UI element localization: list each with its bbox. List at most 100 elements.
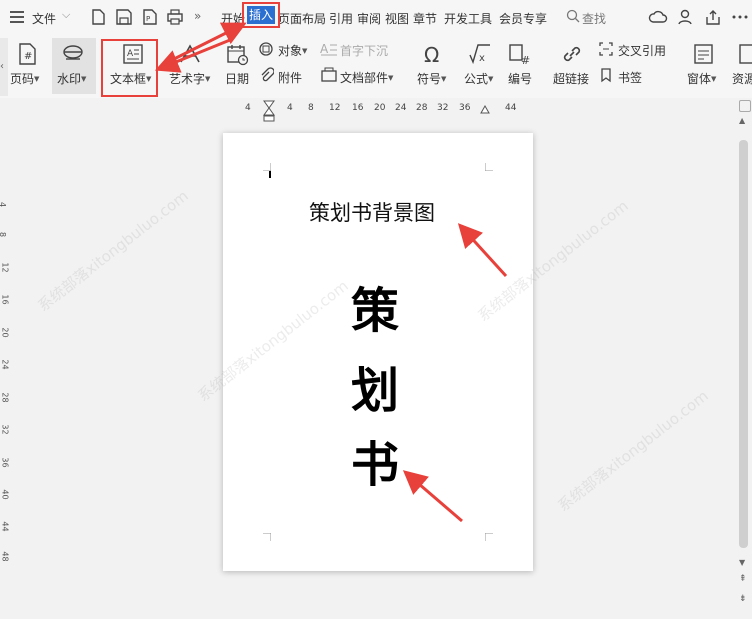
ruler-tick: 4 — [287, 103, 293, 113]
more-options-icon[interactable] — [730, 8, 750, 26]
hamburger-icon[interactable] — [10, 11, 24, 23]
ruler-tick: 24 — [0, 359, 10, 370]
chevron-down-icon[interactable]: ⌵ — [62, 8, 70, 22]
page-down-icon[interactable]: ⇟ — [739, 594, 747, 604]
bookmark-icon[interactable] — [598, 67, 614, 83]
watermark-icon[interactable] — [61, 42, 85, 66]
ruler-tick: 32 — [437, 103, 449, 113]
save-icon[interactable] — [114, 8, 134, 26]
margin-corner-mark — [263, 163, 271, 171]
search-label[interactable]: 查找 — [582, 10, 606, 27]
vertical-title-char[interactable]: 书 — [351, 425, 399, 495]
page-up-icon[interactable]: ⇞ — [739, 574, 747, 584]
ruler-tick: 20 — [374, 103, 386, 113]
margin-corner-mark — [485, 163, 493, 171]
drop-cap-button: 首字下沉 — [340, 44, 389, 58]
drop-cap-icon: A — [320, 42, 337, 56]
doc-parts-icon[interactable] — [320, 67, 338, 83]
attachment-icon[interactable] — [258, 67, 274, 83]
tab-references[interactable]: 引用 — [329, 10, 353, 27]
attachment-button[interactable]: 附件 — [278, 69, 302, 86]
tab-dev-tools[interactable]: 开发工具 — [444, 10, 492, 27]
window-form-button[interactable]: 窗体▼ — [687, 70, 716, 87]
scrollbar-thumb[interactable] — [739, 140, 748, 548]
scroll-up-icon[interactable]: ▲ — [739, 116, 745, 125]
svg-text:x: x — [479, 53, 485, 64]
resource-button[interactable]: 资源 — [732, 70, 752, 87]
scroll-down-icon[interactable]: ▼ — [739, 558, 745, 567]
ruler-tick: 48 — [0, 551, 10, 562]
numbering-icon[interactable]: # — [508, 42, 532, 66]
ruler-tick: 36 — [0, 457, 10, 468]
ruler-tick: 28 — [416, 103, 428, 113]
svg-text:Ω: Ω — [424, 43, 439, 66]
symbol-button[interactable]: 符号▼ — [417, 70, 446, 87]
ruler-tick: 12 — [329, 103, 341, 113]
menu-bar: 文件 ⌵ P » 开始 插入 页面布局 引用 审阅 视图 章节 开发工具 会员专… — [0, 0, 752, 36]
ruler-tick: 4 — [0, 202, 7, 207]
vertical-scrollbar[interactable]: ▲ ▼ ⇞ ⇟ — [736, 98, 752, 619]
ruler-tick: 44 — [505, 103, 517, 113]
margin-corner-mark — [263, 533, 271, 541]
formula-button[interactable]: 公式▼ — [464, 70, 493, 87]
date-button[interactable]: 日期 — [225, 70, 249, 87]
more-tabs-glyph[interactable]: » — [194, 9, 201, 23]
export-pdf-icon[interactable]: P — [140, 8, 160, 26]
indent-marker-icon[interactable] — [263, 100, 275, 122]
word-art-icon[interactable] — [178, 42, 202, 66]
numbering-button[interactable]: 编号 — [508, 70, 532, 87]
margin-corner-mark — [485, 533, 493, 541]
page-number-icon[interactable]: # — [16, 42, 38, 66]
highlight-insert-tab — [242, 2, 280, 28]
share-icon[interactable] — [703, 8, 723, 26]
document-page[interactable]: 策划书背景图 策 划 书 — [223, 133, 533, 571]
cloud-sync-icon[interactable] — [648, 8, 668, 26]
resource-icon[interactable] — [737, 42, 752, 66]
vertical-title-char[interactable]: 划 — [351, 351, 399, 421]
window-form-icon[interactable] — [692, 42, 716, 66]
date-icon[interactable] — [225, 42, 249, 66]
hyperlink-icon[interactable] — [560, 42, 584, 66]
svg-text:#: # — [521, 54, 530, 66]
print-icon[interactable] — [165, 8, 185, 26]
watermark-text: 系统部落xitongbuluo.com — [34, 186, 192, 316]
doc-parts-button[interactable]: 文档部件▼ — [340, 69, 393, 86]
new-document-icon[interactable] — [88, 8, 108, 26]
watermark-button[interactable]: 水印▼ — [57, 70, 86, 87]
word-art-button[interactable]: 艺术字▼ — [169, 70, 210, 87]
ruler-tick: 8 — [308, 103, 314, 113]
search-icon[interactable] — [566, 9, 580, 23]
object-icon[interactable] — [258, 41, 274, 57]
tab-page-layout[interactable]: 页面布局 — [278, 10, 326, 27]
file-menu[interactable]: 文件 — [32, 10, 56, 27]
tab-member[interactable]: 会员专享 — [499, 10, 547, 27]
ruler-tick: 16 — [352, 103, 364, 113]
hyperlink-button[interactable]: 超链接 — [553, 70, 589, 87]
page-number-button[interactable]: 页码▼ — [10, 70, 39, 87]
cross-ref-button[interactable]: 交叉引用 — [618, 42, 666, 59]
bookmark-button[interactable]: 书签 — [618, 69, 642, 86]
formula-icon[interactable]: x — [468, 42, 492, 66]
right-indent-marker-icon[interactable] — [480, 104, 490, 114]
ruler-vertical: 4 8 12 16 20 24 28 32 36 40 44 48 — [0, 120, 14, 619]
user-share-icon[interactable] — [676, 8, 696, 26]
ruler-tick: 40 — [0, 489, 10, 500]
object-button[interactable]: 对象▼ — [278, 42, 307, 59]
cross-ref-icon[interactable] — [598, 41, 614, 57]
document-title-text[interactable]: 策划书背景图 — [309, 197, 435, 227]
svg-text:#: # — [24, 51, 32, 62]
ruler-tick: 20 — [0, 327, 10, 338]
vertical-title-char[interactable]: 策 — [351, 271, 399, 341]
tab-view[interactable]: 视图 — [385, 10, 409, 27]
ribbon-scroll-left-icon[interactable]: ‹ — [0, 38, 8, 96]
tab-review[interactable]: 审阅 — [357, 10, 381, 27]
text-cursor — [269, 171, 271, 178]
highlight-text-box-button — [101, 39, 158, 97]
scroll-top-button[interactable] — [739, 100, 751, 112]
ruler-tick: 36 — [459, 103, 471, 113]
ruler-tick: 4 — [245, 103, 251, 113]
ruler-tick: 8 — [0, 232, 7, 237]
tab-chapter[interactable]: 章节 — [413, 10, 437, 27]
ruler-tick: 12 — [0, 262, 10, 273]
symbol-icon[interactable]: Ω — [422, 42, 446, 66]
